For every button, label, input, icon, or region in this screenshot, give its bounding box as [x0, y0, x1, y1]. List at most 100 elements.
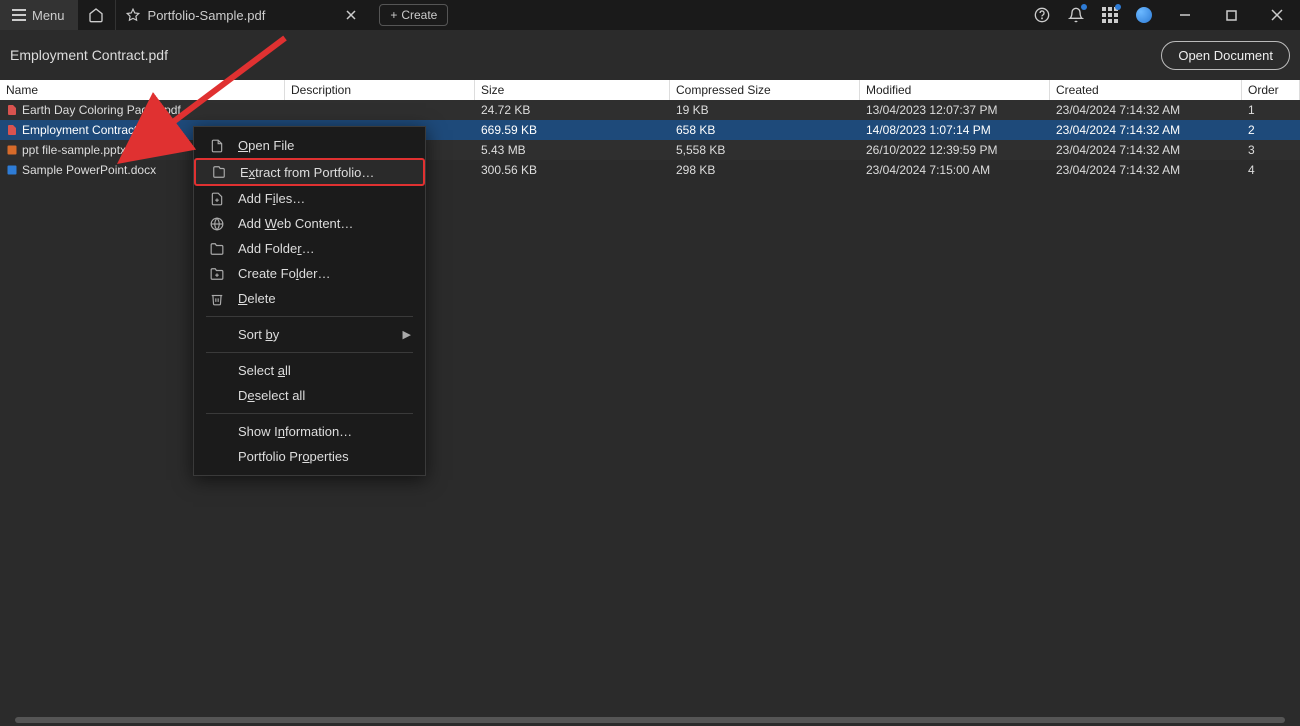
table-row[interactable]: Earth Day Coloring Pages.pdf 24.72 KB19 K… [0, 100, 1300, 120]
cm-add-files-label: Add Files… [238, 191, 305, 206]
account-button[interactable] [1134, 5, 1154, 25]
help-icon [1034, 7, 1050, 23]
context-menu: Open File Extract from Portfolio… Add Fi… [193, 126, 426, 476]
document-title: Employment Contract.pdf [10, 47, 168, 63]
cell-created: 23/04/2024 7:14:32 AM [1050, 103, 1242, 117]
cell-compressed: 298 KB [670, 163, 860, 177]
subheader: Employment Contract.pdf Open Document [0, 30, 1300, 80]
chevron-right-icon: ▶ [403, 328, 411, 341]
open-document-button[interactable]: Open Document [1161, 41, 1290, 70]
close-icon [346, 10, 356, 20]
cm-delete[interactable]: Delete [194, 286, 425, 311]
cm-extract-label: Extract from Portfolio… [240, 165, 374, 180]
table-header: Name Description Size Compressed Size Mo… [0, 80, 1300, 100]
file-icon [6, 124, 18, 136]
apps-button[interactable] [1100, 5, 1120, 25]
cm-add-folder[interactable]: Add Folder… [194, 236, 425, 261]
apps-dot [1115, 4, 1121, 10]
cell-compressed: 19 KB [670, 103, 860, 117]
cm-separator [206, 316, 413, 317]
cell-order: 2 [1242, 123, 1300, 137]
cm-select-all-label: Select all [238, 363, 291, 378]
cm-open-file-label: Open File [238, 138, 294, 153]
cm-create-folder-label: Create Folder… [238, 266, 331, 281]
cm-show-information[interactable]: Show Information… [194, 419, 425, 444]
cm-sort-by[interactable]: Sort by ▶ [194, 322, 425, 347]
close-window-button[interactable] [1254, 0, 1300, 30]
cell-name: Earth Day Coloring Pages.pdf [0, 103, 285, 117]
cm-create-folder[interactable]: Create Folder… [194, 261, 425, 286]
minimize-icon [1179, 9, 1191, 21]
star-icon [126, 8, 140, 22]
tab-close-button[interactable] [341, 5, 361, 25]
cm-deselect-all-label: Deselect all [238, 388, 305, 403]
cm-properties-label: Portfolio Properties [238, 449, 349, 464]
cell-size: 24.72 KB [475, 103, 670, 117]
cell-compressed: 658 KB [670, 123, 860, 137]
cm-deselect-all[interactable]: Deselect all [194, 383, 425, 408]
titlebar: Menu Portfolio-Sample.pdf + Create [0, 0, 1300, 30]
cm-show-info-label: Show Information… [238, 424, 352, 439]
create-label: Create [401, 8, 437, 22]
cell-modified: 26/10/2022 12:39:59 PM [860, 143, 1050, 157]
window-controls [1162, 0, 1300, 30]
cm-add-folder-label: Add Folder… [238, 241, 315, 256]
create-button[interactable]: + Create [379, 4, 448, 26]
minimize-button[interactable] [1162, 0, 1208, 30]
hamburger-icon [12, 9, 26, 21]
maximize-icon [1226, 10, 1237, 21]
col-name[interactable]: Name [0, 80, 285, 100]
col-modified[interactable]: Modified [860, 80, 1050, 100]
cm-open-file[interactable]: Open File [194, 133, 425, 158]
cell-modified: 23/04/2024 7:15:00 AM [860, 163, 1050, 177]
cell-size: 669.59 KB [475, 123, 670, 137]
col-order[interactable]: Order [1242, 80, 1300, 100]
file-icon [6, 104, 18, 116]
cm-separator [206, 352, 413, 353]
delete-icon [208, 292, 226, 306]
cm-select-all[interactable]: Select all [194, 358, 425, 383]
cell-created: 23/04/2024 7:14:32 AM [1050, 163, 1242, 177]
cm-delete-label: Delete [238, 291, 276, 306]
col-description[interactable]: Description [285, 80, 475, 100]
cell-size: 5.43 MB [475, 143, 670, 157]
cm-add-web-content[interactable]: Add Web Content… [194, 211, 425, 236]
horizontal-scrollbar[interactable] [15, 717, 1285, 723]
cm-extract-from-portfolio[interactable]: Extract from Portfolio… [194, 158, 425, 186]
cell-order: 4 [1242, 163, 1300, 177]
help-button[interactable] [1032, 5, 1052, 25]
cm-add-web-label: Add Web Content… [238, 216, 353, 231]
home-icon [88, 7, 104, 23]
menu-label: Menu [32, 8, 65, 23]
cell-modified: 13/04/2023 12:07:37 PM [860, 103, 1050, 117]
create-folder-icon [208, 267, 226, 281]
notification-dot [1081, 4, 1087, 10]
file-tab[interactable]: Portfolio-Sample.pdf [116, 0, 372, 30]
cm-sort-by-label: Sort by [238, 327, 279, 342]
col-size[interactable]: Size [475, 80, 670, 100]
close-icon [1271, 9, 1283, 21]
cm-separator [206, 413, 413, 414]
notifications-button[interactable] [1066, 5, 1086, 25]
globe-icon [1136, 7, 1152, 23]
file-icon [6, 144, 18, 156]
add-folder-icon [208, 242, 226, 256]
cell-created: 23/04/2024 7:14:32 AM [1050, 143, 1242, 157]
col-compressed[interactable]: Compressed Size [670, 80, 860, 100]
tab-title: Portfolio-Sample.pdf [148, 8, 266, 23]
maximize-button[interactable] [1208, 0, 1254, 30]
plus-icon: + [390, 8, 397, 22]
add-web-icon [208, 217, 226, 231]
menu-button[interactable]: Menu [0, 0, 78, 30]
cell-order: 1 [1242, 103, 1300, 117]
home-button[interactable] [78, 0, 116, 30]
cell-compressed: 5,558 KB [670, 143, 860, 157]
extract-icon [210, 165, 228, 179]
open-file-icon [208, 139, 226, 153]
cell-modified: 14/08/2023 1:07:14 PM [860, 123, 1050, 137]
add-files-icon [208, 192, 226, 206]
cm-add-files[interactable]: Add Files… [194, 186, 425, 211]
col-created[interactable]: Created [1050, 80, 1242, 100]
cm-portfolio-properties[interactable]: Portfolio Properties [194, 444, 425, 469]
file-icon [6, 164, 18, 176]
